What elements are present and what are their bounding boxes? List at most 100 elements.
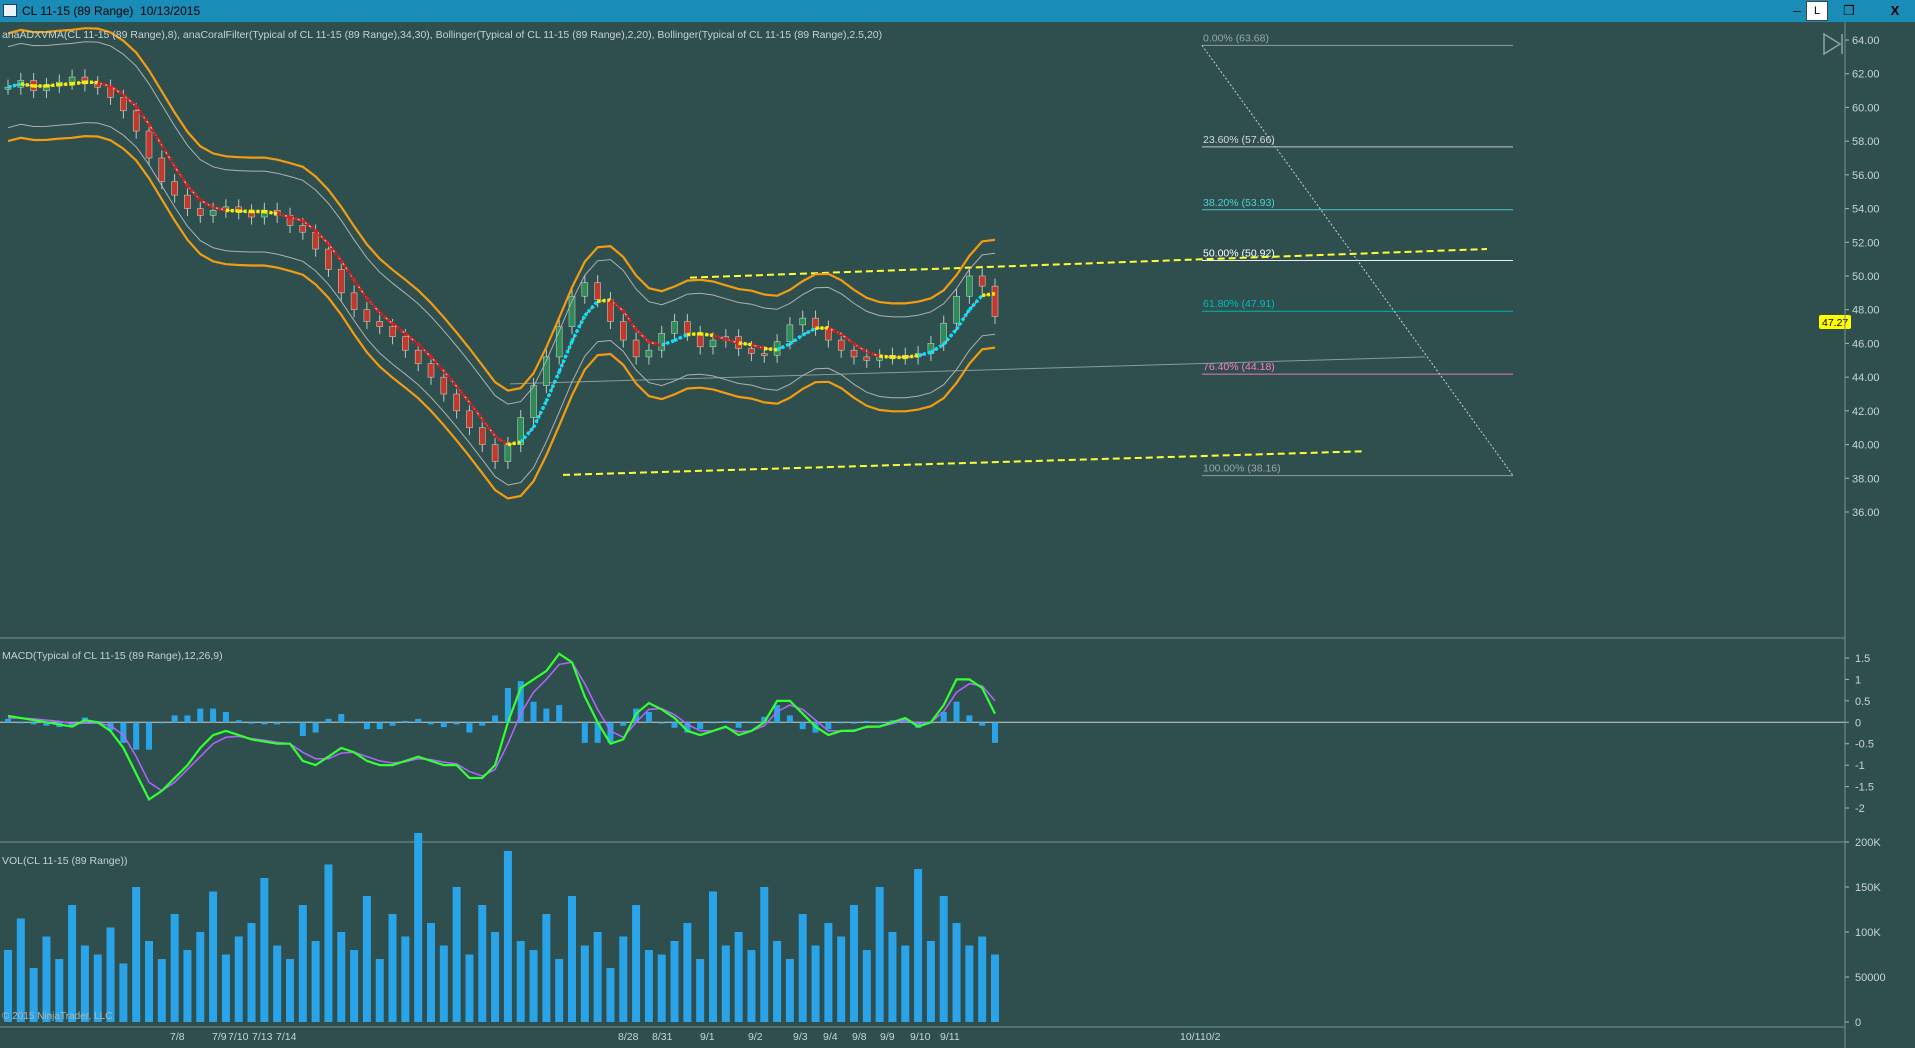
candle-body	[748, 348, 755, 354]
macd-histogram-bar	[351, 722, 358, 724]
x-tick-label: 9/10	[910, 1031, 931, 1043]
candle-body	[632, 339, 640, 358]
macd-histogram-bar	[363, 722, 370, 730]
x-tick-label: 9/3	[793, 1031, 808, 1043]
candle-body	[312, 231, 319, 250]
volume-bar	[286, 959, 294, 1022]
macd-histogram-bar	[620, 722, 627, 726]
volume-bar	[773, 941, 782, 1022]
candle-body	[389, 326, 396, 337]
macd-histogram-bar	[261, 722, 268, 725]
volume-bar	[196, 932, 205, 1022]
macd-histogram-bar	[325, 718, 332, 723]
candle-body	[658, 333, 665, 351]
volume-bar	[324, 864, 333, 1022]
volume-bar	[311, 941, 320, 1022]
price-panel[interactable]: 64.00 62.00 60.00 58.00 56.00 54.00 52.00 50.00…	[0, 27, 1880, 639]
adxvma-segment	[20, 82, 34, 88]
macd-histogram-bar	[953, 701, 960, 723]
macd-histogram-bar	[838, 722, 845, 724]
macd-panel[interactable]: 1.5 1 0.5 0 -0.5 -1 -1.5 -2	[0, 652, 1874, 843]
volume-bar	[119, 963, 128, 1022]
volume-bar	[401, 936, 410, 1022]
adxvma-segment	[764, 346, 778, 352]
x-tick-label: 7/10	[228, 1031, 249, 1043]
candle-body	[991, 285, 999, 317]
macd-histogram-bar	[389, 722, 396, 726]
price-tick-label: 56.00	[1852, 170, 1880, 182]
x-tick-label: 7/13	[252, 1031, 273, 1043]
fib-level-label: 61.80% (47.91)	[1203, 298, 1275, 310]
price-indicator-label: anaADXVMA(CL 11-15 (89 Range),8), anaCor…	[2, 29, 883, 41]
chart-area[interactable]: 64.00 62.00 60.00 58.00 56.00 54.00 52.00 50.00…	[0, 22, 1915, 1048]
volume-bar	[234, 936, 243, 1022]
coral-filter-line	[7, 81, 996, 446]
macd-histogram-bar	[645, 712, 652, 723]
volume-bar	[709, 891, 717, 1022]
restore-button[interactable]: ❐	[1830, 0, 1868, 22]
macd-line	[7, 652, 996, 802]
adxvma-segment	[738, 341, 752, 347]
volume-bar	[273, 945, 282, 1022]
macd-histogram-bar	[17, 722, 24, 724]
link-button[interactable]: L	[1806, 1, 1828, 21]
candle-body	[530, 385, 537, 418]
macd-histogram-bar	[402, 720, 409, 723]
volume-bar	[516, 941, 525, 1022]
x-tick-label: 10/1	[1180, 1031, 1201, 1043]
volume-bar	[593, 932, 602, 1022]
candle-body	[684, 321, 691, 334]
adxvma-segment	[597, 298, 611, 304]
x-tick-label: 9/4	[823, 1031, 838, 1043]
candle-body	[440, 376, 448, 395]
x-tick-label: 9/11	[940, 1031, 960, 1043]
macd-histogram-bar	[338, 714, 345, 723]
candle-body	[120, 97, 127, 112]
adxvma-segment	[917, 350, 932, 358]
volume-bar	[298, 905, 307, 1022]
candle-body	[427, 363, 435, 378]
volume-bar	[170, 914, 179, 1022]
macd-tick-label: -1.5	[1855, 782, 1874, 794]
macd-indicator-label: MACD(Typical of CL 11-15 (89 Range),12,2…	[2, 650, 223, 662]
macd-histogram-bar	[658, 722, 665, 724]
volume-tick-label: 200K	[1855, 837, 1881, 849]
volume-bar	[798, 914, 807, 1022]
adxvma-segment	[879, 354, 893, 360]
candle-body	[863, 356, 871, 361]
volume-bar	[388, 914, 397, 1022]
price-tick-label: 40.00	[1852, 440, 1880, 452]
volume-bar	[375, 959, 384, 1022]
volume-bar	[362, 896, 371, 1022]
price-tick-label: 54.00	[1852, 204, 1880, 216]
macd-histogram-bar	[222, 712, 229, 723]
candle-body	[953, 295, 960, 324]
volume-bar	[568, 896, 576, 1022]
macd-histogram-bar	[581, 722, 588, 743]
volume-panel[interactable]: 200K 150K 100K 50000 0	[4, 833, 1886, 1029]
macd-tick-label: 1	[1855, 674, 1861, 686]
macd-histogram-bar	[274, 722, 281, 725]
candle-body	[620, 321, 627, 341]
close-button[interactable]: X	[1876, 0, 1914, 22]
candle-body	[466, 410, 473, 428]
window-title: CL 11-15 (89 Range) 10/13/2015	[22, 4, 201, 18]
volume-bar	[414, 833, 423, 1022]
adxvma-segment	[59, 82, 73, 87]
macd-tick-label: 0.5	[1855, 696, 1870, 708]
fib-level-label: 23.60% (57.66)	[1203, 134, 1275, 146]
candle-body	[376, 321, 383, 327]
scroll-to-end-icon[interactable]	[1823, 32, 1843, 56]
macd-histogram-bar	[748, 722, 755, 724]
macd-histogram-bar	[440, 722, 447, 728]
adxvma-segment	[981, 291, 996, 298]
volume-bar	[260, 878, 269, 1022]
x-tick-label: 8/31	[652, 1031, 673, 1043]
volume-bar	[491, 932, 500, 1022]
macd-histogram-bar	[197, 708, 204, 723]
volume-bar	[350, 950, 359, 1022]
candle-body	[671, 321, 678, 334]
candle-body	[850, 349, 858, 358]
x-tick-label: 8/28	[618, 1031, 639, 1043]
volume-bar	[632, 905, 641, 1022]
